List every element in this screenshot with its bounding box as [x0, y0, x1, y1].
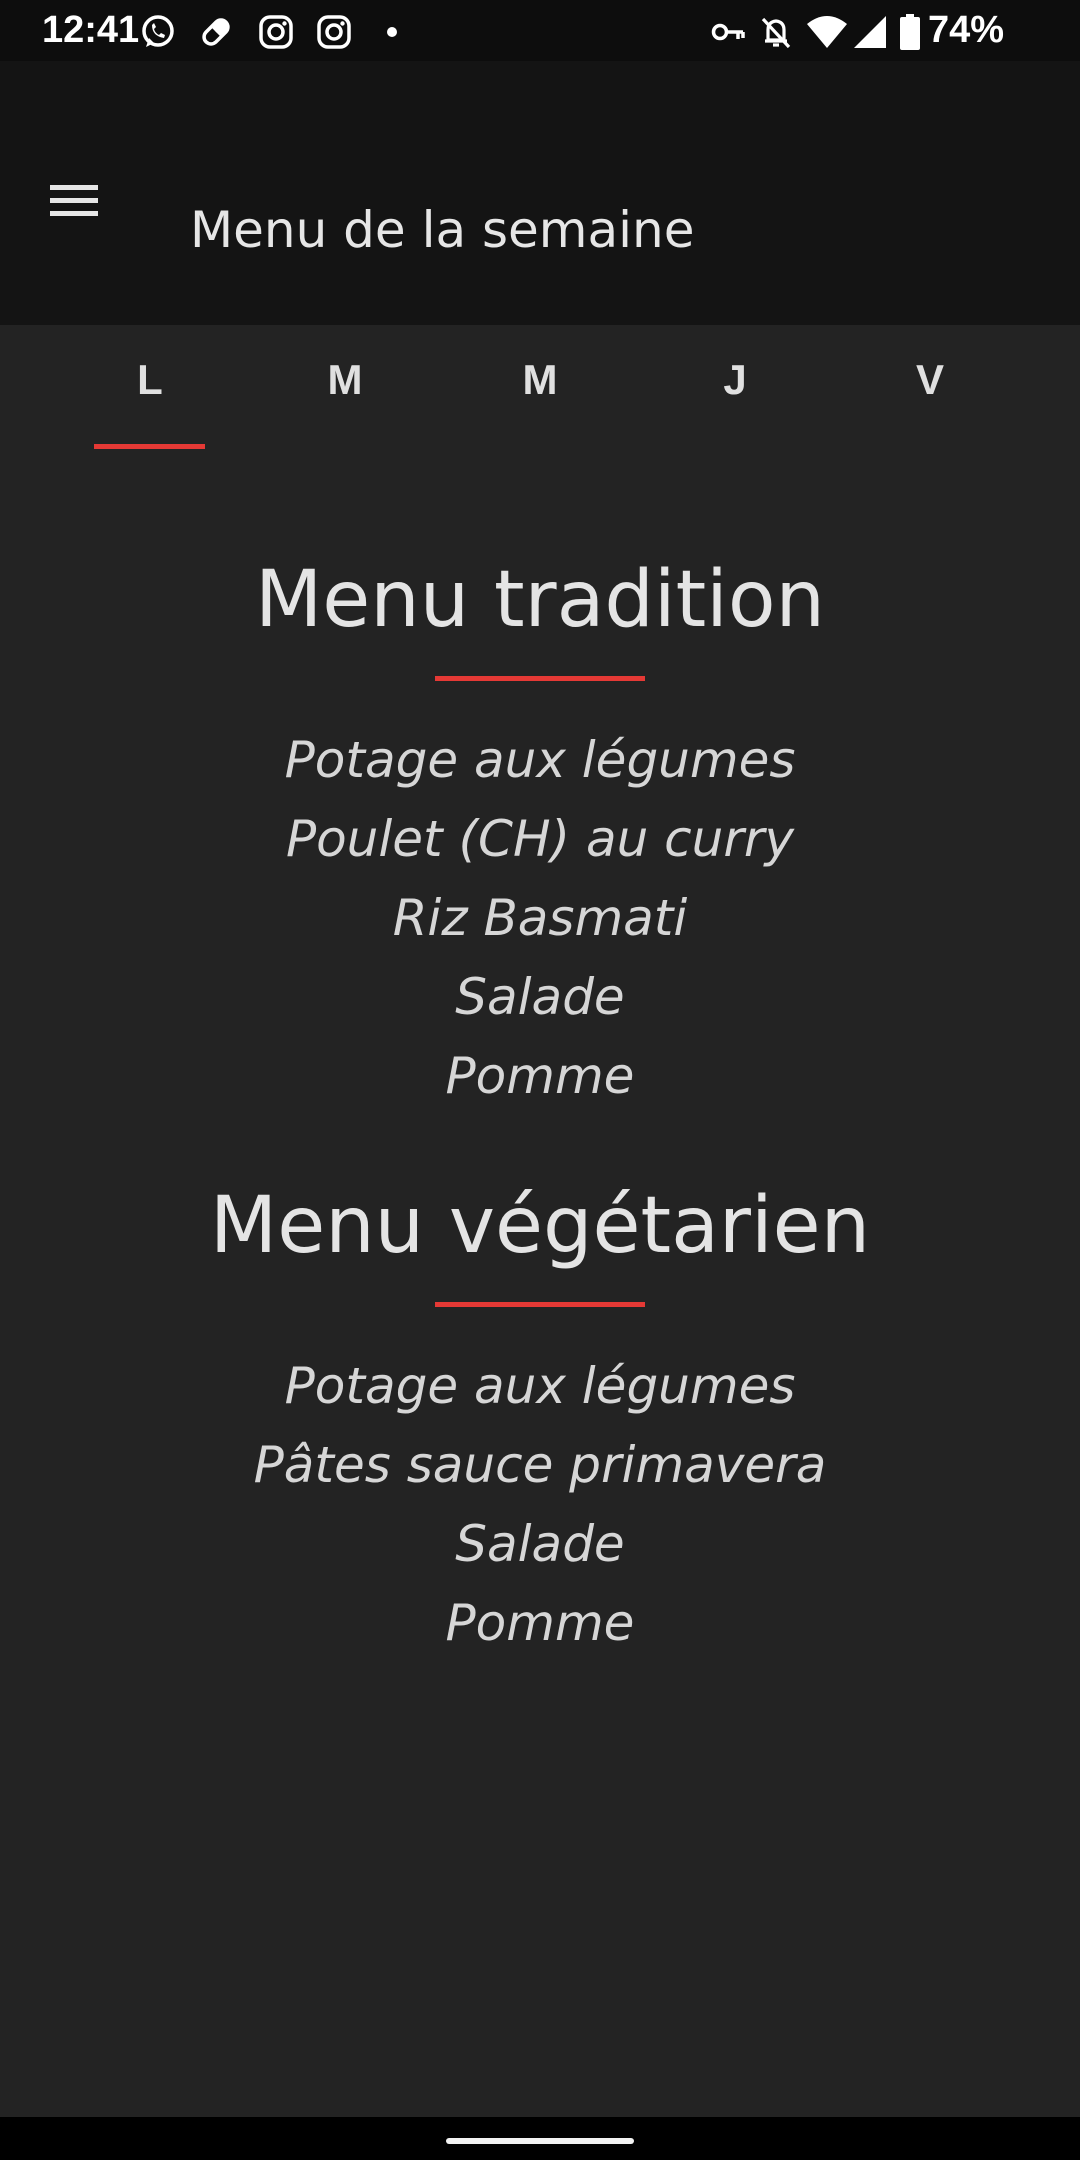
- tab-vendredi[interactable]: V: [832, 325, 1028, 455]
- instagram-icon: [258, 14, 294, 50]
- tab-jeudi[interactable]: J: [637, 325, 833, 455]
- tab-label: J: [723, 356, 747, 403]
- dish-item: Salade: [455, 1515, 625, 1573]
- system-navigation-bar: [0, 2117, 1080, 2160]
- dish-item: Pomme: [445, 1594, 635, 1652]
- pill-icon: [198, 14, 234, 50]
- whatsapp-icon: [140, 14, 176, 50]
- selected-tab-indicator: [94, 444, 205, 449]
- battery-icon: [898, 14, 922, 50]
- wifi-icon: [806, 14, 848, 50]
- tab-label: L: [137, 356, 163, 403]
- app-bar: Menu de la semaine: [0, 61, 1080, 325]
- tab-mardi[interactable]: M: [247, 325, 443, 455]
- dish-list: Potage aux légumes Poulet (CH) au curry …: [0, 721, 1080, 1116]
- hamburger-menu-button[interactable]: [42, 169, 106, 233]
- menu-tradition: Menu tradition Potage aux légumes Poulet…: [0, 552, 1080, 1116]
- dish-item: Potage aux légumes: [284, 1357, 796, 1415]
- dish-item: Salade: [455, 968, 625, 1026]
- instagram-icon: [316, 14, 352, 50]
- tab-mercredi[interactable]: M: [442, 325, 638, 455]
- battery-percent: 74%: [927, 9, 1004, 51]
- day-tabs: L M M J V: [0, 325, 1080, 455]
- signal-icon: [852, 14, 888, 50]
- screen: 12:41 74% Menu de la semaine L M M J V M…: [0, 0, 1080, 2160]
- tab-label: M: [522, 356, 558, 403]
- dish-list: Potage aux légumes Pâtes sauce primavera…: [0, 1347, 1080, 1663]
- status-time: 12:41: [42, 9, 140, 51]
- page-title: Menu de la semaine: [190, 200, 695, 259]
- tab-label: V: [915, 356, 944, 403]
- bell-off-icon: [758, 14, 794, 50]
- dish-item: Potage aux légumes: [284, 731, 796, 789]
- dish-item: Pomme: [445, 1047, 635, 1105]
- menu-vegetarien: Menu végétarien Potage aux légumes Pâtes…: [0, 1178, 1080, 1663]
- menu-title: Menu végétarien: [209, 1181, 871, 1271]
- title-underline: [435, 676, 645, 681]
- dish-item: Poulet (CH) au curry: [285, 810, 795, 868]
- tab-label: M: [327, 356, 363, 403]
- hamburger-menu-icon: [42, 185, 106, 237]
- menu-title: Menu tradition: [255, 555, 825, 645]
- dot-icon: [374, 14, 410, 50]
- tab-lundi[interactable]: L: [52, 325, 248, 455]
- title-underline: [435, 1302, 645, 1307]
- vpn-key-icon: [710, 14, 746, 50]
- status-bar: 12:41 74%: [0, 0, 1080, 61]
- dish-item: Riz Basmati: [392, 889, 688, 947]
- home-gesture-handle[interactable]: [446, 2138, 634, 2144]
- dish-item: Pâtes sauce primavera: [253, 1436, 827, 1494]
